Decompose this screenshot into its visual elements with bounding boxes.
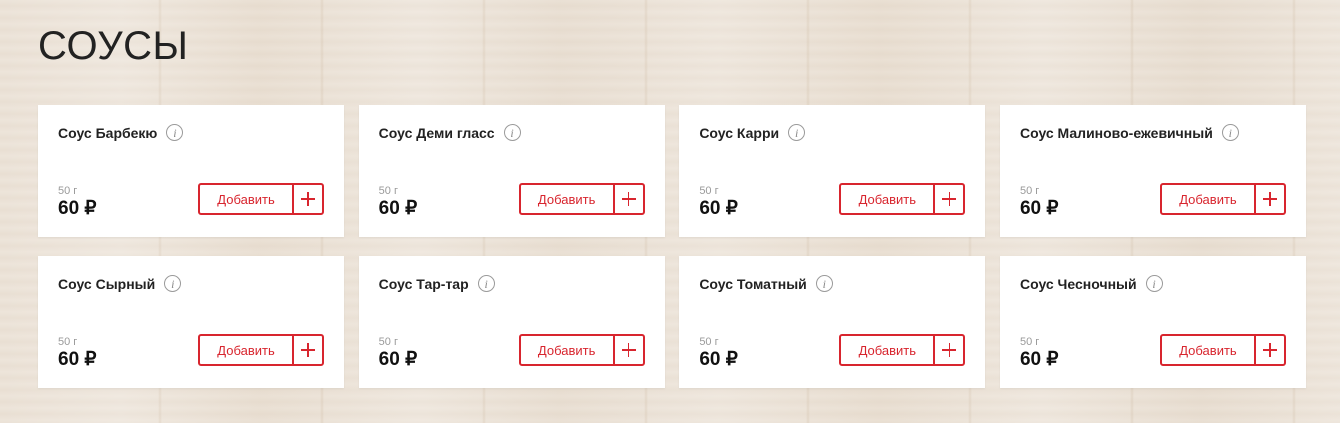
info-icon[interactable]: i	[503, 124, 521, 141]
add-button[interactable]: Добавить	[521, 185, 615, 213]
add-to-cart-control: Добавить	[198, 334, 324, 366]
product-name: Соус Тар-тар	[378, 275, 469, 292]
product-price: 60 ₽	[1019, 349, 1059, 370]
page-title: СОУСЫ	[38, 24, 189, 68]
product-name: Соус Томатный	[699, 275, 807, 292]
plus-icon	[942, 343, 957, 357]
add-button[interactable]: Добавить	[200, 336, 294, 364]
product-weight: 50 г	[1019, 336, 1040, 348]
product-card: Соус Деми гласс i 50 г 60 ₽ Добавить	[358, 105, 665, 237]
product-price: 60 ₽	[378, 198, 418, 219]
product-card: Соус Карри i 50 г 60 ₽ Добавить	[679, 105, 986, 237]
plus-icon	[301, 192, 315, 206]
product-card: Соус Барбекю i 50 г 60 ₽ Добавить	[38, 105, 344, 237]
product-price: 60 ₽	[1019, 198, 1059, 219]
product-card: Соус Томатный i 50 г 60 ₽ Добавить	[679, 256, 986, 388]
product-price: 60 ₽	[699, 349, 738, 370]
plus-icon	[942, 192, 957, 206]
product-weight: 50 г	[378, 185, 398, 197]
add-button[interactable]: Добавить	[521, 336, 615, 364]
product-weight: 50 г	[1019, 185, 1040, 197]
increment-button[interactable]	[294, 185, 322, 213]
increment-button[interactable]	[1256, 336, 1284, 364]
product-card: Соус Тар-тар i 50 г 60 ₽ Добавить	[358, 256, 665, 388]
add-to-cart-control: Добавить	[518, 183, 645, 215]
info-icon[interactable]: i	[1145, 275, 1163, 292]
product-title-row: Соус Барбекю i	[58, 124, 184, 141]
product-grid: Соус Барбекю i 50 г 60 ₽ Добавить Соус Д…	[38, 105, 1306, 388]
product-title-row: Соус Томатный i	[699, 275, 833, 292]
increment-button[interactable]	[615, 185, 643, 213]
product-title-row: Соус Деми гласс i	[379, 124, 521, 141]
product-title-row: Соус Карри i	[699, 124, 806, 141]
product-title-row: Соус Тар-тар i	[379, 275, 495, 292]
product-card: Соус Чесночный i 50 г 60 ₽ Добавить	[999, 256, 1306, 388]
product-weight: 50 г	[58, 185, 78, 197]
product-name: Соус Барбекю	[58, 124, 158, 141]
add-to-cart-control: Добавить	[839, 334, 966, 366]
plus-icon	[1262, 343, 1277, 357]
product-price: 60 ₽	[699, 198, 738, 219]
product-name: Соус Деми гласс	[378, 124, 495, 141]
plus-icon	[621, 192, 636, 206]
product-title-row: Соус Сырный i	[58, 275, 182, 292]
add-button[interactable]: Добавить	[1162, 185, 1256, 213]
product-price: 60 ₽	[378, 349, 418, 370]
add-button[interactable]: Добавить	[1162, 336, 1256, 364]
info-icon[interactable]: i	[164, 275, 182, 292]
product-weight: 50 г	[378, 336, 398, 348]
plus-icon	[301, 343, 315, 357]
add-to-cart-control: Добавить	[1159, 183, 1286, 215]
product-weight: 50 г	[58, 336, 78, 348]
increment-button[interactable]	[935, 336, 963, 364]
plus-icon	[1262, 192, 1277, 206]
increment-button[interactable]	[294, 336, 322, 364]
add-to-cart-control: Добавить	[1159, 334, 1286, 366]
info-icon[interactable]: i	[166, 124, 184, 141]
add-to-cart-control: Добавить	[839, 183, 966, 215]
add-button[interactable]: Добавить	[841, 336, 936, 364]
product-weight: 50 г	[699, 336, 719, 348]
product-card: Соус Сырный i 50 г 60 ₽ Добавить	[38, 256, 344, 388]
increment-button[interactable]	[935, 185, 963, 213]
plus-icon	[621, 343, 636, 357]
product-title-row: Соус Малиново-ежевичный i	[1020, 124, 1239, 141]
product-weight: 50 г	[699, 185, 719, 197]
add-button[interactable]: Добавить	[841, 185, 936, 213]
add-to-cart-control: Добавить	[518, 334, 645, 366]
product-price: 60 ₽	[58, 198, 97, 219]
info-icon[interactable]: i	[477, 275, 495, 292]
product-name: Соус Карри	[699, 124, 780, 141]
info-icon[interactable]: i	[788, 124, 806, 141]
product-title-row: Соус Чесночный i	[1020, 275, 1163, 292]
product-price: 60 ₽	[58, 349, 97, 370]
product-name: Соус Чесночный	[1019, 275, 1137, 292]
info-icon[interactable]: i	[815, 275, 833, 292]
increment-button[interactable]	[1256, 185, 1284, 213]
product-name: Соус Малиново-ежевичный	[1019, 124, 1213, 141]
info-icon[interactable]: i	[1221, 124, 1239, 141]
increment-button[interactable]	[615, 336, 643, 364]
product-name: Соус Сырный	[58, 275, 156, 292]
product-card: Соус Малиново-ежевичный i 50 г 60 ₽ Доба…	[999, 105, 1306, 237]
add-button[interactable]: Добавить	[200, 185, 294, 213]
add-to-cart-control: Добавить	[198, 183, 324, 215]
